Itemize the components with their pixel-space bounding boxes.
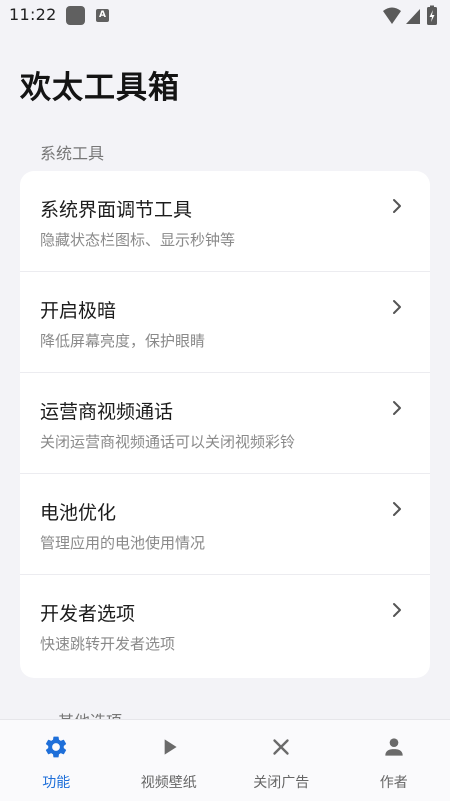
list-item-developer-options[interactable]: 开发者选项 快速跳转开发者选项 [20,575,430,676]
list-item-subtitle: 降低屏幕亮度，保护眼睛 [40,330,205,351]
nav-item-features[interactable]: 功能 [0,720,113,801]
chevron-right-icon [390,500,404,518]
page-title: 欢太工具箱 [20,62,180,107]
bottom-nav: 功能 视频壁纸 关闭广告 作者 [0,719,450,801]
status-bar: 11:22 A [0,0,450,32]
tools-card: 系统界面调节工具 隐藏状态栏图标、显示秒钟等 开启极暗 降低屏幕亮度，保护眼睛 … [20,171,430,678]
nav-label: 关闭广告 [225,772,338,792]
gear-icon [43,734,69,760]
battery-charging-icon [427,6,437,26]
close-icon [268,734,294,760]
chevron-right-icon [390,197,404,215]
nav-item-video-wallpaper[interactable]: 视频壁纸 [113,720,226,801]
list-item-subtitle: 管理应用的电池使用情况 [40,532,205,553]
play-icon [156,734,182,760]
list-item-title: 电池优化 [40,498,116,525]
list-item-title: 运营商视频通话 [40,397,173,424]
chevron-right-icon [390,399,404,417]
list-item-subtitle: 隐藏状态栏图标、显示秒钟等 [40,229,235,250]
section-title-system-tools: 系统工具 [40,140,104,164]
list-item-title: 系统界面调节工具 [40,195,192,222]
list-item-system-ui-tuner[interactable]: 系统界面调节工具 隐藏状态栏图标、显示秒钟等 [20,171,430,272]
nav-label: 视频壁纸 [113,772,226,792]
list-item-extra-dim[interactable]: 开启极暗 降低屏幕亮度，保护眼睛 [20,272,430,373]
list-item-carrier-video-call[interactable]: 运营商视频通话 关闭运营商视频通话可以关闭视频彩铃 [20,373,430,474]
cell-signal-icon [406,9,420,24]
list-item-subtitle: 快速跳转开发者选项 [40,633,175,654]
app-square-icon [66,6,85,25]
list-item-battery-optimization[interactable]: 电池优化 管理应用的电池使用情况 [20,474,430,575]
nav-item-close-ads[interactable]: 关闭广告 [225,720,338,801]
list-item-title: 开启极暗 [40,296,116,323]
nav-label: 作者 [338,772,450,792]
nav-item-author[interactable]: 作者 [338,720,450,801]
list-item-subtitle: 关闭运营商视频通话可以关闭视频彩铃 [40,431,295,452]
status-time: 11:22 [9,5,57,24]
chevron-right-icon [390,601,404,619]
person-icon [381,734,407,760]
nav-label: 功能 [0,772,113,792]
font-a-icon: A [96,9,109,22]
wifi-icon [383,8,401,25]
status-right-icons [382,5,442,27]
list-item-title: 开发者选项 [40,599,135,626]
chevron-right-icon [390,298,404,316]
